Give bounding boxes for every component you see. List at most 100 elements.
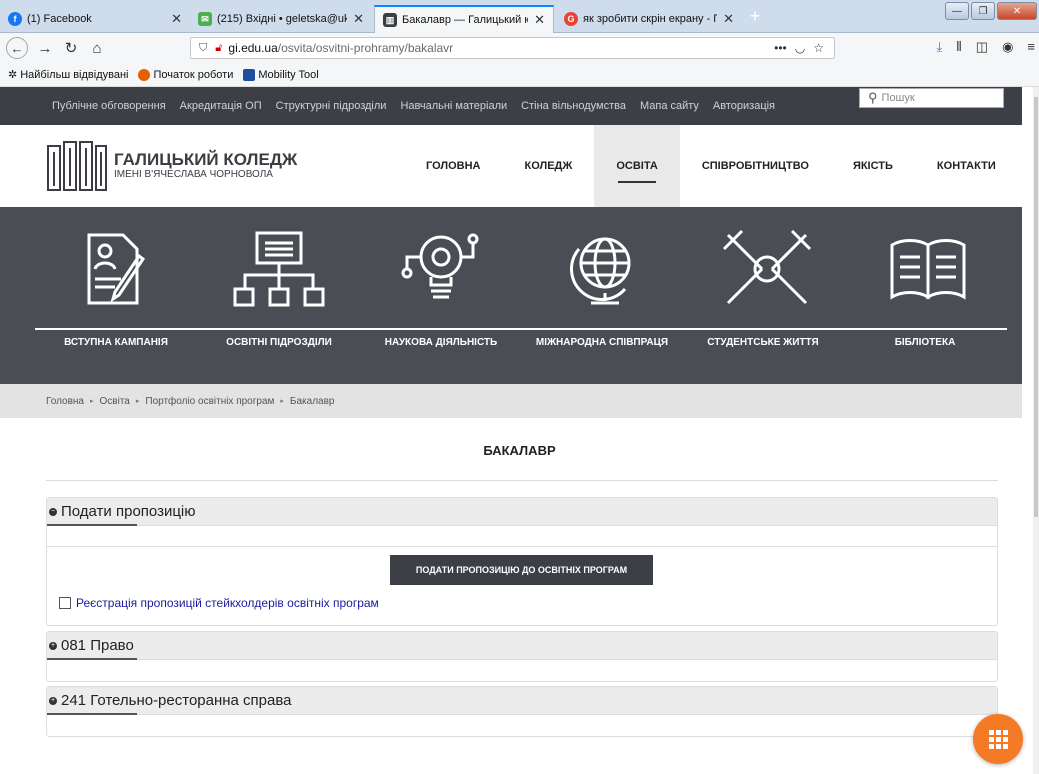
library-icon[interactable]: ⫴ <box>956 39 961 55</box>
site-header: ГАЛИЦЬКИЙ КОЛЕДЖ ІМЕНІ В'ЯЧЕСЛАВА ЧОРНОВ… <box>0 125 1022 207</box>
banner-label[interactable]: БІБЛІОТЕКА <box>895 337 956 348</box>
topnav-link[interactable]: Структурні підрозділи <box>276 100 387 112</box>
bookmark-getting-started[interactable]: Початок роботи <box>138 68 234 81</box>
page-actions-icon[interactable]: ••• <box>774 41 787 55</box>
sidebar-icon[interactable]: ◫ <box>976 39 988 55</box>
grid-dot <box>1002 736 1008 742</box>
search-input[interactable]: ⚲ Пошук <box>859 88 1004 108</box>
banner-label[interactable]: МІЖНАРОДНА СПІВПРАЦЯ <box>536 337 668 348</box>
pocket-icon[interactable]: ◡ <box>795 41 805 55</box>
tab-mail[interactable]: ✉ (215) Вхідні • geletska@ukr.net ✕ <box>190 5 372 33</box>
grid-dot <box>988 743 994 749</box>
insecure-lock-icon[interactable]: 🔓︎ <box>215 42 222 55</box>
college-logo[interactable]: ГАЛИЦЬКИЙ КОЛЕДЖ ІМЕНІ В'ЯЧЕСЛАВА ЧОРНОВ… <box>46 138 297 192</box>
shield-icon[interactable]: ⛉ <box>199 42 207 55</box>
lightbulb-gear-icon <box>401 233 479 299</box>
bookmark-most-visited[interactable]: ✲ Найбільш відвідувані <box>8 68 129 82</box>
menu-item-home[interactable]: ГОЛОВНА <box>404 125 502 207</box>
google-icon: G <box>564 12 578 26</box>
tab-facebook[interactable]: f (1) Facebook ✕ <box>0 5 190 33</box>
topnav-link[interactable]: Публічне обговорення <box>52 100 166 112</box>
banner-item-international[interactable] <box>530 229 680 309</box>
download-icon[interactable]: ⤓ <box>937 39 943 55</box>
bookmark-mobility-tool[interactable]: Mobility Tool <box>243 68 319 81</box>
breadcrumb-current: Бакалавр <box>289 395 335 407</box>
bookmark-label: Найбільш відвідувані <box>20 68 129 81</box>
breadcrumb-portfolio[interactable]: Портфоліо освітніх програм <box>145 396 274 407</box>
document-icon <box>59 597 71 609</box>
bookmark-star-icon[interactable]: ☆ <box>813 41 824 55</box>
topnav-link[interactable]: Авторизація <box>713 100 775 112</box>
breadcrumb-home[interactable]: Головна <box>46 396 84 407</box>
apps-grid-button[interactable] <box>973 714 1023 764</box>
eu-flag-icon <box>243 68 256 81</box>
menu-icon[interactable]: ≡ <box>1027 39 1035 55</box>
banner-item-library[interactable] <box>853 229 1003 309</box>
accordion-panel-law: + 081 Право <box>46 631 998 682</box>
grid-dot <box>995 743 1001 749</box>
logo-subtitle: ІМЕНІ В'ЯЧЕСЛАВА ЧОРНОВОЛА <box>114 168 273 180</box>
topnav-link[interactable]: Стіна вільнодумства <box>521 100 626 112</box>
site-top-nav: Публічне обговорення Акредитація ОП Стру… <box>0 87 1022 125</box>
menu-item-quality[interactable]: ЯКІСТЬ <box>831 125 915 207</box>
new-tab-button[interactable]: + <box>744 6 766 27</box>
tab-title: (215) Вхідні • geletska@ukr.net <box>217 13 348 25</box>
banner-item-divisions[interactable] <box>204 229 354 309</box>
window-controls: — ❐ ✕ <box>945 2 1037 20</box>
reload-icon[interactable]: ↻ <box>58 36 84 60</box>
scrollbar[interactable] <box>1033 87 1039 774</box>
header-underline <box>47 658 137 660</box>
forward-arrow-icon[interactable]: → <box>32 36 58 60</box>
menu-item-education[interactable]: ОСВІТА <box>594 125 680 207</box>
bookmark-label: Початок роботи <box>153 68 234 81</box>
close-tab-icon[interactable]: ✕ <box>171 11 182 27</box>
tab-google[interactable]: G як зробити скрін екрану - По ✕ <box>556 5 742 33</box>
registration-link[interactable]: Реєстрація пропозицій стейкхолдерів осві… <box>59 596 379 610</box>
browser-tab-bar: f (1) Facebook ✕ ✉ (215) Вхідні • gelets… <box>0 0 1039 33</box>
accordion-header[interactable]: + 081 Право <box>47 632 997 660</box>
divider <box>46 480 998 481</box>
breadcrumb-education[interactable]: Освіта <box>100 396 130 407</box>
minimize-icon[interactable]: — <box>945 2 969 20</box>
topnav-link[interactable]: Навчальні матеріали <box>400 100 507 112</box>
grid-dot <box>995 736 1001 742</box>
college-building-icon <box>47 141 107 191</box>
close-tab-icon[interactable]: ✕ <box>353 11 364 27</box>
menu-item-college[interactable]: КОЛЕДЖ <box>502 125 594 207</box>
plus-circle-icon: + <box>49 641 57 650</box>
banner-item-student-life[interactable] <box>692 229 842 309</box>
accordion-header[interactable]: + 241 Готельно-ресторанна справа <box>47 687 997 715</box>
close-tab-icon[interactable]: ✕ <box>534 12 545 28</box>
close-window-icon[interactable]: ✕ <box>997 2 1037 20</box>
menu-item-contacts[interactable]: КОНТАКТИ <box>915 125 1018 207</box>
tab-college[interactable]: ▥ Бакалавр — Галицький колед ✕ <box>374 5 554 33</box>
banner-label[interactable]: СТУДЕНТСЬКЕ ЖИТТЯ <box>707 337 818 348</box>
account-icon[interactable]: ◉ <box>1002 39 1013 55</box>
menu-item-cooperation[interactable]: СПІВРОБІТНИЦТВО <box>680 125 831 207</box>
globe-icon <box>570 237 631 305</box>
banner-item-admission[interactable] <box>41 229 191 309</box>
accordion-header[interactable]: − Подати пропозицію <box>47 498 997 526</box>
home-icon[interactable]: ⌂ <box>84 36 110 60</box>
banner-label[interactable]: ВСТУПНА КАМПАНІЯ <box>64 337 168 348</box>
college-icon: ▥ <box>383 13 397 27</box>
url-bar[interactable]: ⛉ 🔓︎ gi.edu.ua /osvita/osvitni-prohramy/… <box>190 37 835 59</box>
back-arrow-icon[interactable]: ← <box>6 37 28 59</box>
accordion-title: Подати пропозицію <box>61 503 196 520</box>
org-chart-icon <box>233 231 325 307</box>
banner-item-science[interactable] <box>366 229 516 309</box>
banner-label[interactable]: ОСВІТНІ ПІДРОЗДІЛИ <box>226 337 332 348</box>
topnav-link[interactable]: Мапа сайту <box>640 100 699 112</box>
banner-label[interactable]: НАУКОВА ДІЯЛЬНІСТЬ <box>385 337 497 348</box>
bookmarks-bar: ✲ Найбільш відвідувані Початок роботи Mob… <box>0 63 1039 87</box>
maximize-icon[interactable]: ❐ <box>971 2 995 20</box>
joined-hands-icon <box>722 229 812 305</box>
header-underline <box>47 524 137 526</box>
topnav-link[interactable]: Акредитація ОП <box>180 100 262 112</box>
submit-proposal-button[interactable]: ПОДАТИ ПРОПОЗИЦІЮ ДО ОСВІТНІХ ПРОГРАМ <box>390 555 653 585</box>
scrollbar-thumb[interactable] <box>1034 97 1038 517</box>
accordion-panel-hotel: + 241 Готельно-ресторанна справа <box>46 686 998 737</box>
close-tab-icon[interactable]: ✕ <box>723 11 734 27</box>
panel-spacer <box>47 660 997 681</box>
open-book-icon <box>890 239 966 300</box>
